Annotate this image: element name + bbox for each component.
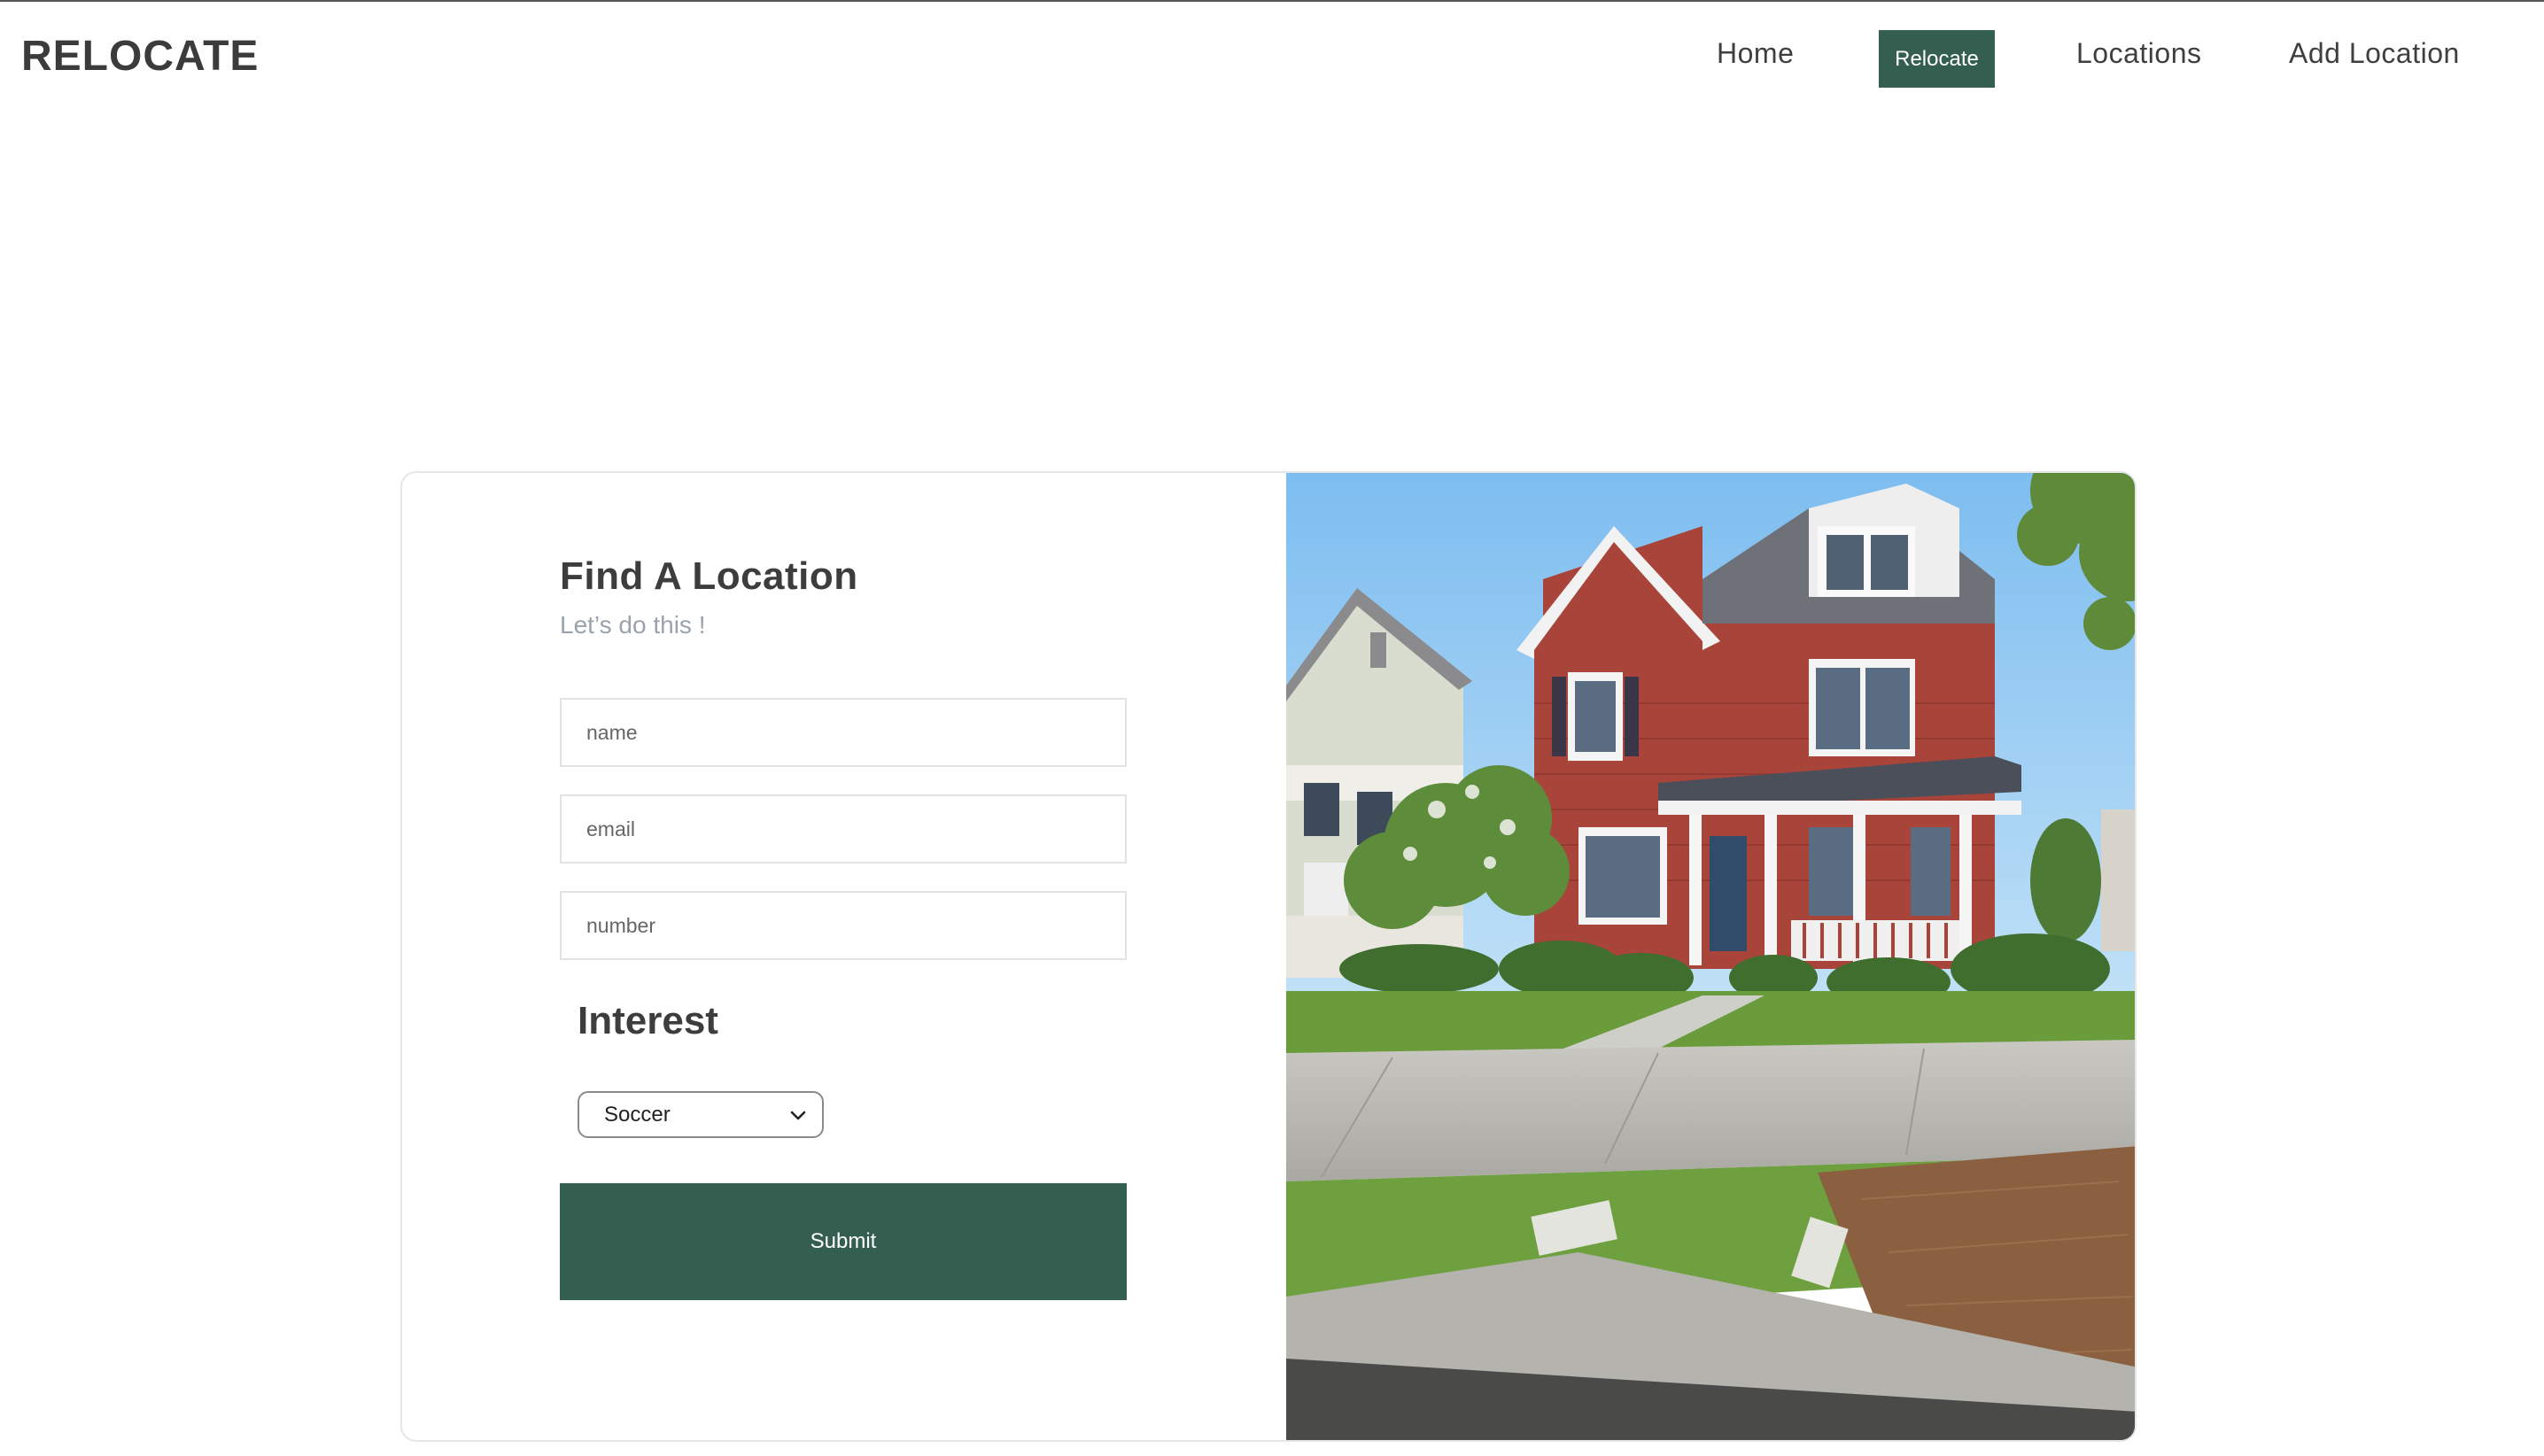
- interest-select[interactable]: Soccer: [578, 1091, 824, 1138]
- main-nav: Home Relocate Locations Add Location: [0, 30, 2544, 89]
- chevron-down-icon: [790, 1111, 806, 1120]
- top-border: [0, 0, 2544, 2]
- nav-relocate-link[interactable]: Relocate: [1879, 30, 1995, 88]
- house-photo: [1286, 473, 2135, 1440]
- location-card: Find A Location Let’s do this ! Interest…: [400, 471, 2137, 1442]
- nav-home-link[interactable]: Home: [1717, 37, 1794, 70]
- interest-selected-value: Soccer: [604, 1102, 671, 1127]
- form-subtitle: Let’s do this !: [560, 611, 706, 639]
- house-illustration: [1286, 473, 2135, 1440]
- number-input[interactable]: [560, 891, 1127, 960]
- form-title: Find A Location: [560, 554, 858, 598]
- email-input[interactable]: [560, 794, 1127, 864]
- interest-label: Interest: [578, 999, 718, 1042]
- find-location-form: Find A Location Let’s do this ! Interest…: [402, 473, 1286, 1440]
- nav-add-location-link[interactable]: Add Location: [2289, 37, 2460, 70]
- name-input[interactable]: [560, 698, 1127, 767]
- submit-button[interactable]: Submit: [560, 1183, 1127, 1300]
- nav-locations-link[interactable]: Locations: [2076, 37, 2201, 70]
